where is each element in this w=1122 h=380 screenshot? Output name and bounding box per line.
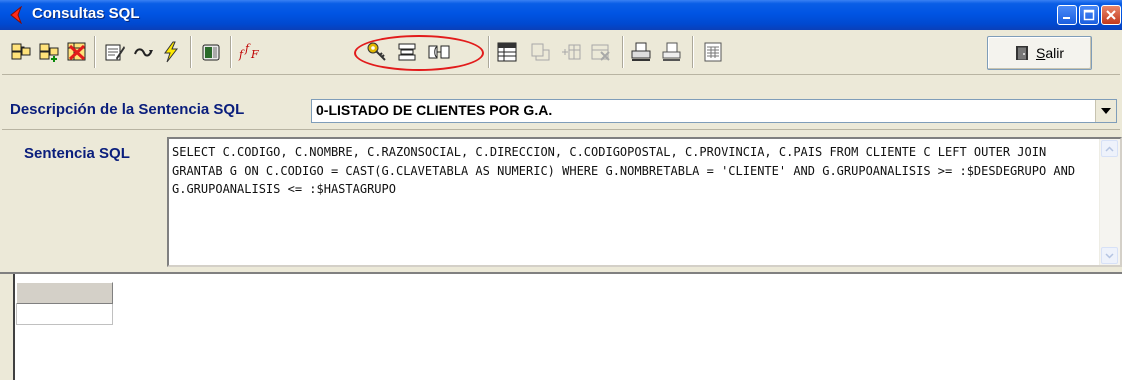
disabled-export-icon — [591, 44, 610, 61]
svg-text:f: f — [238, 48, 245, 61]
functions-button[interactable]: f f F — [236, 38, 262, 66]
toolbar-separator — [488, 36, 490, 68]
copy-button-disabled[interactable] — [528, 38, 554, 66]
disabled-copy-icon — [531, 43, 550, 61]
results-grid[interactable] — [0, 272, 1122, 380]
chevron-down-icon — [1105, 252, 1114, 259]
svg-text:f: f — [244, 42, 251, 55]
toolbar-separator — [230, 36, 232, 68]
chevron-down-icon — [1101, 108, 1111, 114]
open-query-button[interactable] — [8, 38, 34, 66]
maximize-button[interactable] — [1079, 5, 1099, 25]
execute-button[interactable] — [158, 38, 184, 66]
join-tables-icon — [428, 45, 450, 59]
grid-icon — [497, 42, 517, 62]
svg-text:F: F — [250, 48, 259, 61]
table-icon — [398, 43, 416, 61]
toolbar-separator — [94, 36, 96, 68]
execute-lightning-icon — [164, 41, 179, 63]
salir-mnemonic: S — [1035, 45, 1046, 61]
paste-button-disabled[interactable] — [558, 38, 584, 66]
toolbar-separator — [692, 36, 694, 68]
salir-label: Salir — [1036, 45, 1064, 61]
toolbar: f f F Salir — [2, 32, 1120, 75]
database-icon — [202, 44, 220, 61]
maximize-icon — [1083, 9, 1095, 21]
description-value: 0-LISTADO DE CLIENTES POR G.A. — [316, 102, 553, 118]
delete-query-button[interactable] — [64, 38, 90, 66]
sql-label: Sentencia SQL — [24, 145, 130, 162]
undo-icon — [134, 48, 153, 57]
add-query-button[interactable] — [36, 38, 62, 66]
grid-header-cell[interactable] — [16, 282, 113, 304]
grid-divider — [13, 274, 15, 380]
export-button-disabled[interactable] — [588, 38, 614, 66]
database-button[interactable] — [198, 38, 224, 66]
salir-label-rest: alir — [1045, 45, 1064, 61]
undo-button[interactable] — [130, 38, 156, 66]
toolbar-separator — [622, 36, 624, 68]
combobox-dropdown-button[interactable] — [1095, 100, 1116, 122]
print-preview-icon — [662, 42, 681, 61]
title-bar[interactable]: Consultas SQL — [0, 0, 1122, 30]
disabled-paste-icon — [562, 44, 581, 60]
chevron-up-icon — [1105, 145, 1114, 152]
sql-text[interactable]: SELECT C.CODIGO, C.NOMBRE, C.RAZONSOCIAL… — [172, 143, 1077, 199]
window-title: Consultas SQL — [32, 5, 140, 22]
sql-scrollbar[interactable] — [1099, 139, 1120, 265]
edit-query-button[interactable] — [102, 38, 128, 66]
toolbar-separator — [190, 36, 192, 68]
scroll-up-button[interactable] — [1101, 140, 1118, 157]
sql-textarea[interactable]: SELECT C.CODIGO, C.NOMBRE, C.RAZONSOCIAL… — [167, 137, 1122, 267]
description-combobox[interactable]: 0-LISTADO DE CLIENTES POR G.A. — [311, 99, 1117, 123]
minimize-button[interactable] — [1057, 5, 1077, 25]
print-preview-button[interactable] — [658, 38, 684, 66]
exit-door-icon — [1015, 46, 1028, 60]
description-row: Descripción de la Sentencia SQL 0-LISTAD… — [2, 77, 1120, 130]
functions-icon: f f F — [238, 42, 259, 61]
print-icon — [631, 42, 651, 61]
close-icon — [1106, 10, 1116, 20]
grid-left-panel — [0, 274, 13, 380]
keys-icon — [367, 42, 386, 61]
description-label: Descripción de la Sentencia SQL — [10, 101, 245, 118]
consultas-sql-window: Consultas SQL f f F Salir Descripción de… — [0, 0, 1122, 380]
edit-query-icon — [105, 44, 125, 61]
delete-query-icon — [67, 42, 86, 61]
print-button[interactable] — [628, 38, 654, 66]
scroll-down-button[interactable] — [1101, 247, 1118, 264]
join-tables-button[interactable] — [426, 38, 452, 66]
salir-button[interactable]: Salir — [987, 36, 1092, 70]
keys-button[interactable] — [364, 38, 390, 66]
report-icon — [704, 42, 722, 62]
table-button[interactable] — [394, 38, 420, 66]
add-query-icon — [39, 43, 59, 62]
grid-cell[interactable] — [16, 304, 113, 325]
report-button[interactable] — [700, 38, 726, 66]
grid-button[interactable] — [494, 38, 520, 66]
minimize-icon — [1063, 17, 1070, 19]
app-icon — [10, 6, 22, 24]
open-query-icon — [11, 43, 31, 60]
close-button[interactable] — [1101, 5, 1121, 25]
